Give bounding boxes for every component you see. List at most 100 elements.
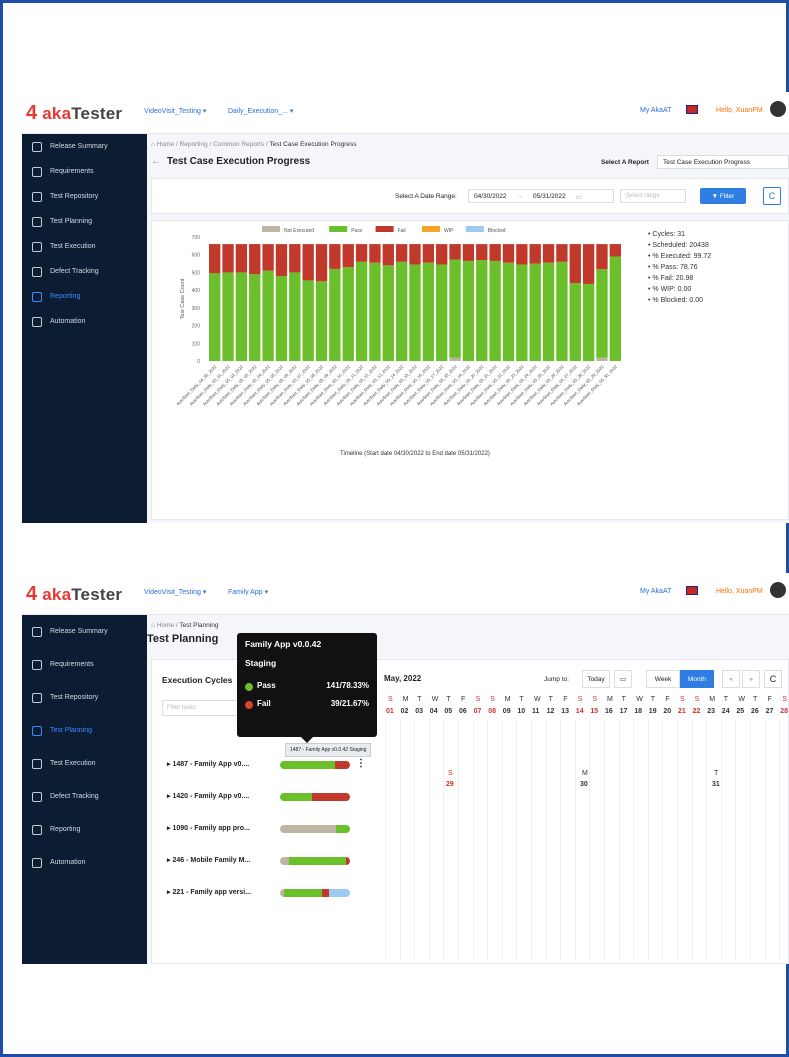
next-icon[interactable]: » bbox=[742, 670, 760, 688]
day-number[interactable]: 07 bbox=[474, 708, 482, 715]
bar-segment-fail[interactable] bbox=[422, 244, 435, 263]
user-greeting[interactable]: Hello, XuanPM bbox=[716, 588, 763, 595]
filter-button[interactable]: ▼ Filter bbox=[700, 188, 746, 204]
breadcrumb-reporting[interactable]: Reporting bbox=[180, 141, 208, 148]
cycle-progress-bar[interactable] bbox=[280, 825, 350, 833]
sidebar-item-defect-tracking[interactable]: Defect Tracking bbox=[22, 259, 147, 284]
sidebar-item-test-repository[interactable]: Test Repository bbox=[22, 184, 147, 209]
breadcrumb-home[interactable]: ⌂ Home bbox=[151, 622, 174, 629]
bar-segment-fail[interactable] bbox=[262, 244, 274, 271]
bar-segment-fail[interactable] bbox=[542, 244, 555, 263]
cycle-row[interactable]: ▸ 221 - Family app versi... bbox=[167, 888, 251, 896]
previous-icon[interactable]: « bbox=[722, 670, 740, 688]
day-number[interactable]: 17 bbox=[620, 708, 628, 715]
refresh-icon[interactable]: C bbox=[763, 187, 781, 205]
refresh-icon[interactable]: C bbox=[764, 670, 782, 688]
bar-segment-pass[interactable] bbox=[409, 264, 421, 361]
bar-segment-fail[interactable] bbox=[209, 244, 221, 274]
bar-segment-pass[interactable] bbox=[436, 264, 448, 361]
bar-segment-fail[interactable] bbox=[235, 244, 248, 273]
bar-segment-fail[interactable] bbox=[582, 244, 595, 284]
date-from[interactable]: 04/30/2022 bbox=[474, 193, 507, 200]
bar-segment-pass[interactable] bbox=[395, 261, 408, 361]
cycle-progress-bar[interactable] bbox=[280, 793, 350, 801]
bar-segment-pass[interactable] bbox=[476, 260, 488, 361]
calendar-icon[interactable]: ▭ bbox=[614, 670, 632, 688]
bar-segment-fail[interactable] bbox=[382, 244, 394, 266]
bar-segment-fail[interactable] bbox=[569, 244, 581, 284]
bar-segment-pass[interactable] bbox=[275, 275, 288, 361]
bar-segment-fail[interactable] bbox=[342, 244, 354, 268]
bar-segment-fail[interactable] bbox=[529, 244, 541, 264]
bar-segment-pass[interactable] bbox=[235, 272, 248, 361]
bar-segment-pass[interactable] bbox=[329, 268, 341, 361]
bar-segment-fail[interactable] bbox=[476, 244, 488, 261]
sidebar-item-automation[interactable]: Automation bbox=[22, 309, 147, 334]
sidebar-item-release-summary[interactable]: Release Summary bbox=[22, 615, 147, 648]
bar-segment-pass[interactable] bbox=[209, 273, 221, 361]
bar-segment-fail[interactable] bbox=[369, 244, 381, 263]
day-number[interactable]: 13 bbox=[561, 708, 569, 715]
bar-segment-pass[interactable] bbox=[315, 281, 328, 361]
bar-segment-pass[interactable] bbox=[542, 262, 555, 361]
bar-segment-fail[interactable] bbox=[355, 244, 368, 262]
day-number[interactable]: 08 bbox=[488, 708, 496, 715]
cycle-row[interactable]: ▸ 246 - Mobile Family M... bbox=[167, 856, 250, 864]
bar-segment-not-executed[interactable] bbox=[596, 357, 608, 361]
bar-segment-pass[interactable] bbox=[302, 280, 314, 361]
bar-segment-pass[interactable] bbox=[355, 261, 368, 361]
sidebar-item-requirements[interactable]: Requirements bbox=[22, 648, 147, 681]
day-number[interactable]: 14 bbox=[576, 708, 584, 715]
cycle-progress-bar[interactable] bbox=[280, 889, 350, 897]
day-number[interactable]: 19 bbox=[649, 708, 657, 715]
date-to[interactable]: 05/31/2022 bbox=[533, 193, 566, 200]
bar-segment-pass[interactable] bbox=[489, 260, 501, 361]
day-number[interactable]: 21 bbox=[678, 708, 686, 715]
day-number[interactable]: 10 bbox=[517, 708, 525, 715]
day-number[interactable]: 28 bbox=[780, 708, 788, 715]
day-number[interactable]: 03 bbox=[415, 708, 423, 715]
bar-segment-fail[interactable] bbox=[609, 244, 621, 257]
day-marker-number[interactable]: 31 bbox=[712, 781, 720, 788]
cycle-row[interactable]: ▸ 1420 - Family App v0.... bbox=[167, 792, 249, 800]
bar-segment-pass[interactable] bbox=[222, 272, 234, 361]
bar-segment-fail[interactable] bbox=[329, 244, 341, 269]
bar-segment-pass[interactable] bbox=[342, 267, 354, 361]
avatar[interactable] bbox=[770, 101, 786, 117]
sidebar-item-automation[interactable]: Automation bbox=[22, 846, 147, 879]
bar-segment-fail[interactable] bbox=[436, 244, 448, 265]
cycle-row[interactable]: ▸ 1090 - Family app pro... bbox=[167, 824, 250, 832]
bar-segment-pass[interactable] bbox=[596, 269, 608, 358]
sidebar-item-test-execution[interactable]: Test Execution bbox=[22, 747, 147, 780]
day-number[interactable]: 05 bbox=[444, 708, 452, 715]
akatester-logo[interactable]: 4 akaTester bbox=[26, 102, 122, 125]
back-arrow-icon[interactable]: ← bbox=[151, 156, 161, 167]
day-number[interactable]: 22 bbox=[693, 708, 701, 715]
breadcrumb-common-reports[interactable]: Common Reports bbox=[213, 141, 264, 148]
day-number[interactable]: 01 bbox=[386, 708, 394, 715]
bar-segment-fail[interactable] bbox=[516, 244, 528, 265]
bar-segment-fail[interactable] bbox=[462, 244, 475, 261]
bar-segment-pass[interactable] bbox=[249, 274, 261, 361]
bar-segment-fail[interactable] bbox=[222, 244, 234, 273]
language-flag-icon[interactable] bbox=[686, 586, 698, 595]
bar-segment-pass[interactable] bbox=[369, 262, 381, 361]
date-range-input[interactable]: 04/30/2022 → 05/31/2022 ▭ bbox=[468, 189, 614, 203]
more-options-icon[interactable]: ⋮ bbox=[356, 758, 366, 769]
breadcrumb-home[interactable]: ⌂ Home bbox=[151, 141, 174, 148]
report-select[interactable]: Test Case Execution Progress bbox=[657, 155, 789, 169]
sidebar-item-test-repository[interactable]: Test Repository bbox=[22, 681, 147, 714]
bar-segment-pass[interactable] bbox=[462, 260, 475, 361]
day-number[interactable]: 25 bbox=[736, 708, 744, 715]
cycle-row[interactable]: ▸ 1487 - Family App v0.... bbox=[167, 760, 249, 768]
bar-segment-pass[interactable] bbox=[502, 262, 515, 361]
bar-segment-pass[interactable] bbox=[569, 283, 581, 361]
bar-segment-pass[interactable] bbox=[449, 259, 461, 358]
day-number[interactable]: 15 bbox=[590, 708, 598, 715]
day-marker-number[interactable]: 30 bbox=[580, 781, 588, 788]
bar-segment-pass[interactable] bbox=[582, 283, 595, 361]
day-number[interactable]: 18 bbox=[634, 708, 642, 715]
bar-segment-pass[interactable] bbox=[516, 264, 528, 361]
bar-segment-fail[interactable] bbox=[449, 244, 461, 260]
sidebar-item-defect-tracking[interactable]: Defect Tracking bbox=[22, 780, 147, 813]
